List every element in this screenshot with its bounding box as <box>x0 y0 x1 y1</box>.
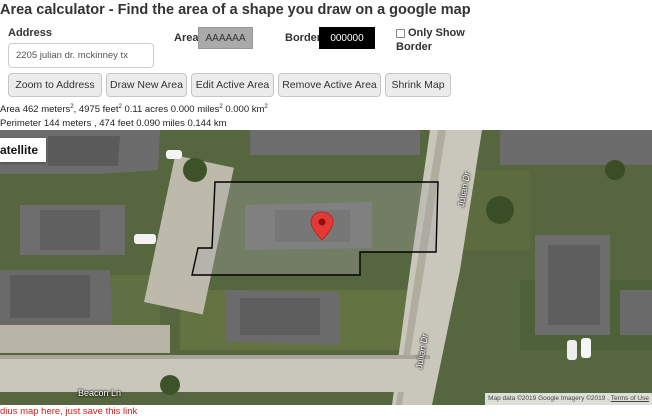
map-imagery <box>0 130 652 405</box>
footer-save-link-text[interactable]: dius map here, just save this link <box>0 406 137 416</box>
map-attribution: Map data ©2019 Google Imagery ©2019 , Te… <box>485 393 652 405</box>
draw-new-area-button[interactable]: Draw New Area <box>106 73 187 97</box>
address-label: Address <box>8 27 53 39</box>
border-color-label: Border <box>285 32 322 44</box>
only-show-label-line1: Only Show <box>408 27 465 39</box>
only-show-border-label: Only Show Border <box>396 26 466 54</box>
area-color-label: Area <box>174 32 199 44</box>
satellite-map[interactable]: atellite Julian Dr Julian Dr Beacon Ln M… <box>0 130 652 405</box>
edit-active-area-button[interactable]: Edit Active Area <box>191 73 274 97</box>
street-label-beacon: Beacon Ln <box>78 388 122 398</box>
perimeter-readout: Perimeter 144 meters , 474 feet 0.090 mi… <box>0 118 227 129</box>
address-input[interactable] <box>8 43 154 68</box>
page-title: Area calculator - Find the area of a sha… <box>0 2 471 18</box>
border-color-input[interactable]: 000000 <box>319 27 375 49</box>
zoom-to-address-button[interactable]: Zoom to Address <box>8 73 102 97</box>
terms-of-use-link[interactable]: Terms of Use <box>611 395 649 402</box>
shrink-map-button[interactable]: Shrink Map <box>385 73 451 97</box>
area-readout: Area 462 meters2, 4975 feet2 0.11 acres … <box>0 104 268 115</box>
only-show-label-line2: Border <box>396 41 433 53</box>
map-type-satellite-button[interactable]: atellite <box>0 138 47 162</box>
remove-active-area-button[interactable]: Remove Active Area <box>278 73 381 97</box>
area-color-input[interactable]: AAAAAA <box>198 27 253 49</box>
